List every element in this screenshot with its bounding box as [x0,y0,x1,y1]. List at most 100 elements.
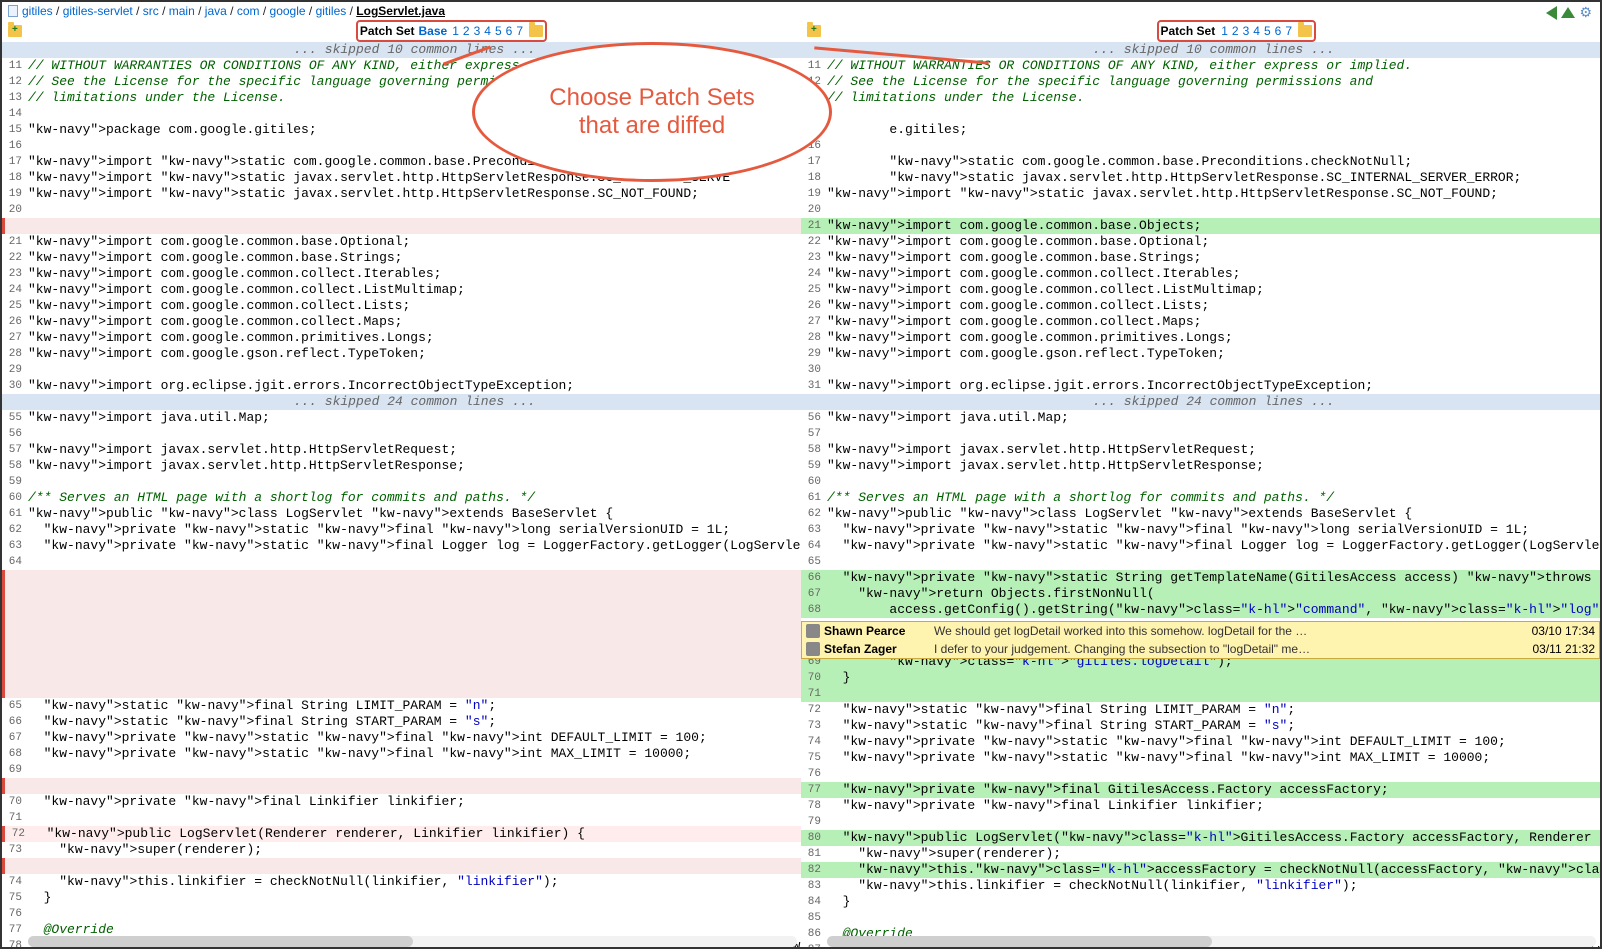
folder-expand-icon[interactable] [807,25,821,37]
patchset-number[interactable]: 6 [506,24,513,38]
code-line[interactable]: 28"kw-navy">import com.google.gson.refle… [2,346,801,362]
code-line[interactable]: 69 [2,762,801,778]
code-line[interactable]: 84 } [801,894,1600,910]
code-line[interactable]: 26"kw-navy">import com.google.common.col… [2,314,801,330]
patchset-number[interactable]: 5 [1264,24,1271,38]
code-line[interactable]: 27"kw-navy">import com.google.common.pri… [2,330,801,346]
code-line[interactable]: 18 "kw-navy">static javax.servlet.http.H… [801,170,1600,186]
patchset-selector-right[interactable]: Patch Set1234567 [1157,20,1317,42]
code-line[interactable]: 83 "kw-navy">this.linkifier = checkNotNu… [801,878,1600,894]
breadcrumb-link[interactable]: com [237,4,260,18]
code-line[interactable]: 63 "kw-navy">private "kw-navy">static "k… [801,522,1600,538]
code-line[interactable]: 60/** Serves an HTML page with a shortlo… [2,490,801,506]
code-line[interactable]: 15 e.gitiles; [801,122,1600,138]
breadcrumb-link[interactable]: google [270,4,306,18]
code-line[interactable]: 24"kw-navy">import com.google.common.col… [2,282,801,298]
nav-up-icon[interactable] [1561,7,1575,18]
code-line[interactable]: 68 access.getConfig().getString("kw-navy… [801,602,1600,618]
code-line[interactable]: 64 "kw-navy">private "kw-navy">static "k… [801,538,1600,554]
code-line[interactable]: 57 [801,426,1600,442]
breadcrumb-link[interactable]: gitiles [316,4,347,18]
code-line[interactable]: 23"kw-navy">import com.google.common.col… [2,266,801,282]
code-line[interactable] [2,634,801,650]
patchset-number[interactable]: 5 [495,24,502,38]
code-line[interactable]: 58"kw-navy">import javax.servlet.http.Ht… [801,442,1600,458]
folder-icon[interactable] [1298,25,1312,37]
code-line[interactable]: 60 [801,474,1600,490]
code-line[interactable]: 19"kw-navy">import "kw-navy">static java… [2,186,801,202]
code-line[interactable]: 68 "kw-navy">private "kw-navy">static "k… [2,746,801,762]
breadcrumb-link[interactable]: gitiles-servlet [63,4,133,18]
code-line[interactable]: 82 "kw-navy">this."kw-navy">class="k-hl"… [801,862,1600,878]
folder-icon[interactable] [529,25,543,37]
code-line[interactable]: 28"kw-navy">import com.google.common.pri… [801,330,1600,346]
code-line[interactable] [2,778,801,794]
code-line[interactable]: 73 "kw-navy">static "kw-navy">final Stri… [801,718,1600,734]
code-line[interactable] [2,858,801,874]
breadcrumb-link[interactable]: gitiles [22,4,53,18]
code-line[interactable]: 67 "kw-navy">private "kw-navy">static "k… [2,730,801,746]
code-line[interactable]: 59"kw-navy">import javax.servlet.http.Ht… [801,458,1600,474]
code-line[interactable]: 31"kw-navy">import org.eclipse.jgit.erro… [801,378,1600,394]
gear-icon[interactable]: ⚙ [1579,4,1592,21]
code-line[interactable]: 19"kw-navy">import "kw-navy">static java… [801,186,1600,202]
code-line[interactable] [2,650,801,666]
code-line[interactable]: 62 "kw-navy">private "kw-navy">static "k… [2,522,801,538]
code-line[interactable]: 70 "kw-navy">private "kw-navy">final Lin… [2,794,801,810]
code-line[interactable]: 80 "kw-navy">public LogServlet("kw-navy"… [801,830,1600,846]
code-line[interactable]: 24"kw-navy">import com.google.common.col… [801,266,1600,282]
code-line[interactable]: 63 "kw-navy">private "kw-navy">static "k… [2,538,801,554]
patchset-number[interactable]: 4 [484,24,491,38]
code-line[interactable]: 20 [801,202,1600,218]
code-line[interactable]: ... skipped 24 common lines ... [801,394,1600,410]
code-line[interactable] [2,570,801,586]
code-line[interactable]: 25"kw-navy">import com.google.common.col… [801,282,1600,298]
code-line[interactable]: 74 "kw-navy">private "kw-navy">static "k… [801,734,1600,750]
code-line[interactable]: 14 [801,106,1600,122]
code-line[interactable]: 11// WITHOUT WARRANTIES OR CONDITIONS OF… [801,58,1600,74]
code-line[interactable]: 30"kw-navy">import org.eclipse.jgit.erro… [2,378,801,394]
code-line[interactable] [2,618,801,634]
code-line[interactable]: 20 [2,202,801,218]
patchset-number[interactable]: 3 [1243,24,1250,38]
code-line[interactable]: 57"kw-navy">import javax.servlet.http.Ht… [2,442,801,458]
code-line[interactable]: 58"kw-navy">import javax.servlet.http.Ht… [2,458,801,474]
patchset-number[interactable]: 2 [1232,24,1239,38]
code-line[interactable]: 25"kw-navy">import com.google.common.col… [2,298,801,314]
code-line[interactable]: 16 [801,138,1600,154]
h-scrollbar-left[interactable] [28,936,797,947]
code-line[interactable]: ... skipped 24 common lines ... [2,394,801,410]
code-line[interactable]: 64 [2,554,801,570]
code-line[interactable]: 78 "kw-navy">private "kw-navy">final Lin… [801,798,1600,814]
code-line[interactable]: 75 } [2,890,801,906]
code-line[interactable]: 29"kw-navy">import com.google.gson.refle… [801,346,1600,362]
comment-row[interactable]: Stefan ZagerI defer to your judgement. C… [802,640,1599,658]
code-line[interactable]: 71 [801,686,1600,702]
code-line[interactable]: 56 [2,426,801,442]
code-line[interactable]: 29 [2,362,801,378]
code-line[interactable]: 30 [801,362,1600,378]
code-line[interactable]: 85 [801,910,1600,926]
patchset-base[interactable]: Base [419,24,448,38]
code-line[interactable] [2,682,801,698]
breadcrumb-link[interactable]: main [169,4,195,18]
breadcrumb-link[interactable]: java [205,4,227,18]
code-line[interactable]: 21"kw-navy">import com.google.common.bas… [801,218,1600,234]
code-line[interactable]: 22"kw-navy">import com.google.common.bas… [2,250,801,266]
code-line[interactable] [2,586,801,602]
patchset-number[interactable]: 2 [463,24,470,38]
inline-comments[interactable]: Shawn PearceWe should get logDetail work… [801,621,1600,659]
code-line[interactable]: 61/** Serves an HTML page with a shortlo… [801,490,1600,506]
code-line[interactable]: 76 [2,906,801,922]
code-line[interactable]: 72 "kw-navy">static "kw-navy">final Stri… [801,702,1600,718]
code-line[interactable]: 72 "kw-navy">public LogServlet(Renderer … [2,826,801,842]
code-line[interactable]: 77 "kw-navy">private "kw-navy">final Git… [801,782,1600,798]
code-line[interactable]: 27"kw-navy">import com.google.common.col… [801,314,1600,330]
patchset-number[interactable]: 1 [1221,24,1228,38]
code-line[interactable]: 26"kw-navy">import com.google.common.col… [801,298,1600,314]
code-line[interactable]: 13// limitations under the License. [801,90,1600,106]
code-line[interactable]: 65 [801,554,1600,570]
code-line[interactable]: 23"kw-navy">import com.google.common.bas… [801,250,1600,266]
code-line[interactable]: 59 [2,474,801,490]
patchset-number[interactable]: 4 [1253,24,1260,38]
